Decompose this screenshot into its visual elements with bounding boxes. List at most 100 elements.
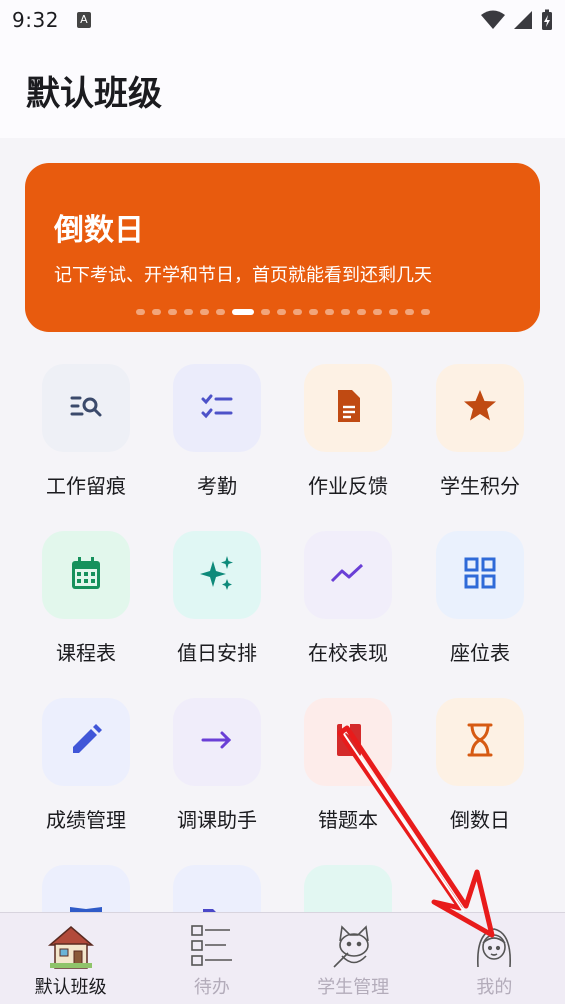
cat-student-icon <box>333 925 369 968</box>
app-header: 默认班级 <box>0 40 565 138</box>
status-time: 9:32 <box>12 8 59 32</box>
grid-item-2[interactable]: 作业反馈 <box>288 364 408 514</box>
calendar-icon <box>66 553 106 597</box>
pager-dot <box>292 309 302 315</box>
grid-tile <box>436 698 524 786</box>
pager-dot <box>276 309 286 315</box>
book-icon <box>328 720 368 764</box>
search-list-icon <box>66 386 106 430</box>
battery-icon <box>542 9 552 30</box>
grid-label: 课程表 <box>56 641 116 665</box>
grid-tile <box>42 531 130 619</box>
bottom-navigation: 默认班级 待办 学生管理 我的 <box>0 912 565 1004</box>
countdown-banner[interactable]: 倒数日 记下考试、开学和节日，首页就能看到还剩几天 <box>25 163 540 332</box>
pager-dot <box>308 309 318 315</box>
pager-dot <box>340 309 350 315</box>
dots-icon <box>328 887 368 912</box>
grid-label: 工作留痕 <box>46 474 126 498</box>
grid-item-3[interactable]: 学生积分 <box>420 364 540 514</box>
star-icon <box>460 386 500 430</box>
grid-label: 值日安排 <box>177 641 257 665</box>
banner-subtitle: 记下考试、开学和节日，首页就能看到还剩几天 <box>54 265 432 286</box>
pager-dot <box>388 309 398 315</box>
folder-icon <box>197 887 237 912</box>
grid-label: 错题本 <box>318 808 378 832</box>
pager-dot <box>183 309 193 315</box>
signal-icon <box>514 11 532 29</box>
nav-item-todo[interactable]: 待办 <box>141 913 282 1004</box>
grid-item-5[interactable]: 值日安排 <box>157 531 277 681</box>
grid-item-13[interactable] <box>157 865 277 912</box>
pager-dot <box>372 309 382 315</box>
wifi-icon <box>481 10 505 29</box>
grid-label: 作业反馈 <box>308 474 388 498</box>
accessibility-badge-icon: A <box>76 12 91 28</box>
grid-icon <box>460 553 500 597</box>
grid-item-6[interactable]: 在校表现 <box>288 531 408 681</box>
grid-tile <box>436 531 524 619</box>
nav-label-todo: 待办 <box>193 977 230 998</box>
grid-item-1[interactable]: 考勤 <box>157 364 277 514</box>
grid-tile <box>173 698 261 786</box>
pager-dot <box>324 309 334 315</box>
status-icons <box>481 9 553 31</box>
sparkles-icon <box>197 553 237 597</box>
page-title: 默认班级 <box>26 74 162 114</box>
pager-dot <box>404 309 414 315</box>
nav-label-class: 默认班级 <box>34 977 107 998</box>
pager-dot <box>420 309 430 315</box>
grid-tile <box>304 698 392 786</box>
grid-label: 成绩管理 <box>46 808 126 832</box>
grid-tile <box>304 865 392 912</box>
checklist-icon <box>197 386 237 430</box>
grid-item-4[interactable]: 课程表 <box>26 531 146 681</box>
todo-list-icon <box>191 925 232 966</box>
grid-item-7[interactable]: 座位表 <box>420 531 540 681</box>
grid-label: 座位表 <box>450 641 510 665</box>
grid-item-11[interactable]: 倒数日 <box>420 698 540 848</box>
grid-tile <box>304 531 392 619</box>
arrow-right-icon <box>197 720 237 764</box>
banner-pager-dots <box>25 309 540 315</box>
nav-label-me: 我的 <box>476 977 513 998</box>
grid-label: 倒数日 <box>450 808 510 832</box>
pager-dot-active <box>231 309 254 315</box>
nav-item-class[interactable]: 默认班级 <box>0 913 141 1004</box>
pager-dot <box>199 309 209 315</box>
pager-dot <box>167 309 177 315</box>
nav-label-students: 学生管理 <box>317 977 390 998</box>
pager-dot <box>135 309 145 315</box>
house-icon <box>47 926 94 969</box>
document-icon <box>328 386 368 430</box>
grid-item-8[interactable]: 成绩管理 <box>26 698 146 848</box>
pager-dot <box>356 309 366 315</box>
open-book-icon <box>66 887 106 912</box>
status-bar: 9:32 A <box>0 0 565 40</box>
pencil-icon <box>66 720 106 764</box>
grid-item-14[interactable] <box>288 865 408 912</box>
pager-dot <box>260 309 270 315</box>
grid-item-0[interactable]: 工作留痕 <box>26 364 146 514</box>
girl-avatar-icon <box>477 928 512 968</box>
pager-dot <box>215 309 225 315</box>
grid-tile <box>173 364 261 452</box>
nav-item-me[interactable]: 我的 <box>424 913 565 1004</box>
grid-label: 调课助手 <box>177 808 257 832</box>
nav-item-students[interactable]: 学生管理 <box>283 913 424 1004</box>
grid-item-10[interactable]: 错题本 <box>288 698 408 848</box>
grid-item-9[interactable]: 调课助手 <box>157 698 277 848</box>
hourglass-icon <box>460 720 500 764</box>
grid-tile <box>436 364 524 452</box>
trend-icon <box>328 553 368 597</box>
banner-title: 倒数日 <box>54 213 144 248</box>
pager-dot <box>151 309 161 315</box>
grid-tile <box>42 698 130 786</box>
grid-label: 考勤 <box>197 474 237 498</box>
grid-tile <box>304 364 392 452</box>
grid-label: 在校表现 <box>308 641 388 665</box>
grid-tile <box>42 865 130 912</box>
grid-label: 学生积分 <box>440 474 520 498</box>
grid-item-12[interactable] <box>26 865 146 912</box>
grid-tile <box>42 364 130 452</box>
grid-tile <box>173 865 261 912</box>
